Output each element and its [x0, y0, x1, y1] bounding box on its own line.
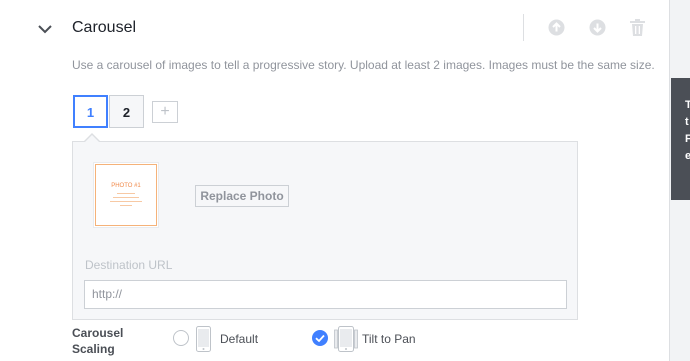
thumbnail-line	[117, 193, 135, 194]
section-title: Carousel	[72, 19, 137, 36]
add-card-button[interactable]: +	[152, 101, 178, 123]
header-divider	[523, 14, 524, 41]
scaling-tilt-label: Tilt to Pan	[362, 332, 416, 346]
carousel-tab-1[interactable]: 1	[73, 95, 108, 128]
thumbnail-caption: PHOTO #1	[111, 183, 141, 189]
arrow-down-circle-icon[interactable]	[589, 19, 606, 36]
left-gutter	[0, 0, 19, 361]
tilt-phone-icon	[334, 326, 358, 357]
scaling-default-radio[interactable]	[173, 330, 189, 346]
thumbnail-line	[113, 197, 139, 198]
photo-thumbnail-image	[95, 164, 157, 226]
thumbnail-line	[110, 201, 142, 202]
scaling-tilt-radio[interactable]	[312, 330, 328, 346]
phone-icon	[196, 326, 211, 357]
thumbnail-line	[120, 205, 132, 206]
scaling-default-label: Default	[220, 332, 259, 346]
trash-icon[interactable]	[630, 19, 647, 36]
destination-url-input[interactable]: http://	[84, 280, 567, 309]
carousel-scaling-label: Carousel Scaling	[72, 326, 124, 356]
side-tooltip-text: T t F e	[685, 99, 690, 162]
panel-notch-fill	[85, 135, 99, 142]
replace-photo-button[interactable]: Replace Photo	[195, 185, 289, 207]
carousel-tab-2[interactable]: 2	[109, 95, 144, 128]
section-description: Use a carousel of images to tell a progr…	[72, 58, 655, 72]
chevron-down-icon[interactable]	[38, 22, 52, 36]
destination-url-label: Destination URL	[85, 258, 173, 272]
arrow-up-circle-icon[interactable]	[548, 19, 565, 36]
